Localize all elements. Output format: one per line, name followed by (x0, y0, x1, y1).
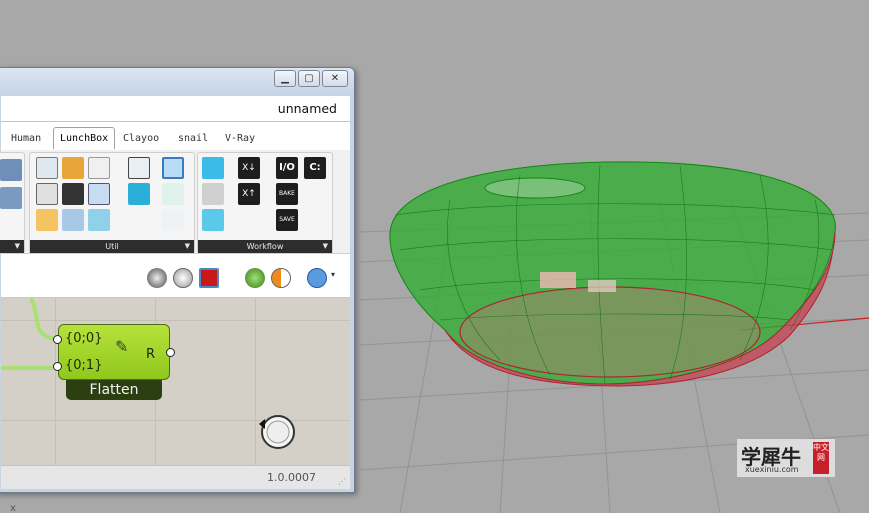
tab-clayoo[interactable]: Clayoo (123, 133, 159, 144)
surface-stack-icon[interactable] (36, 209, 58, 231)
c-drive-button[interactable]: C: (304, 157, 326, 179)
layer-export-icon[interactable] (202, 209, 224, 231)
canvas-toolbar: ▾ (1, 254, 350, 298)
document-bar: unnamed (1, 96, 350, 122)
panel-workflow: X↓ X↑ I/O C: BAKE SAVE Workflow ▼ (197, 152, 333, 254)
grasshopper-window[interactable]: ▁ ▢ ✕ unnamed Human LunchBox Clayoo snai… (0, 67, 355, 493)
axis-label: x (10, 503, 16, 513)
layers-icon[interactable] (202, 157, 224, 179)
wire-1 (29, 298, 54, 341)
gear-shape-icon[interactable] (88, 157, 110, 179)
maximize-button[interactable]: ▢ (298, 70, 320, 87)
tab-human[interactable]: Human (11, 133, 41, 144)
flatten-icon: ✎ (115, 337, 129, 356)
close-button[interactable]: ✕ (322, 70, 348, 87)
excel-out-icon[interactable]: X↑ (238, 183, 260, 205)
component-name: Flatten (66, 380, 162, 400)
save-button[interactable]: SAVE (276, 209, 298, 231)
tab-vray[interactable]: V-Ray (225, 133, 255, 144)
triangle-grid-icon[interactable] (128, 183, 150, 205)
hexagon-icon[interactable] (307, 268, 327, 288)
excel-in-icon[interactable]: X↓ (238, 157, 260, 179)
grasshopper-canvas[interactable] (1, 298, 350, 465)
io-button[interactable]: I/O (276, 157, 298, 179)
ribbon: ▼ Util ▼ X↓ X↑ I/O C: BAKE SAVE Workflow… (0, 150, 350, 254)
input-grip-2[interactable] (53, 362, 62, 371)
display-green-icon[interactable] (245, 268, 265, 288)
display-half-icon[interactable] (271, 268, 291, 288)
watermark-stamp: 中文网 (813, 442, 829, 474)
preview-wire-icon[interactable] (173, 268, 193, 288)
diamond-icon[interactable] (88, 209, 110, 231)
flatten-component[interactable]: {0;0} {0;1} ✎ R Flatten (53, 324, 175, 406)
component-body[interactable]: {0;0} {0;1} ✎ R (58, 324, 170, 380)
checker-icon[interactable] (62, 183, 84, 205)
resize-grip[interactable]: ⋰ (338, 477, 346, 486)
chevron-down-icon[interactable]: ▾ (331, 270, 335, 279)
preview-shaded-icon[interactable] (147, 268, 167, 288)
panel-util: Util ▼ (29, 152, 195, 254)
input-param-2[interactable]: {0;1} (65, 358, 102, 373)
output-param[interactable]: R (146, 347, 155, 362)
watermark: 学犀牛 xuexiniu.com 中文网 (737, 439, 835, 477)
bake-button[interactable]: BAKE (276, 183, 298, 205)
wave-curve-icon[interactable] (162, 183, 184, 205)
tab-snail[interactable]: snail (178, 133, 208, 144)
version-label: 1.0.0007 (267, 471, 316, 484)
polyhedron-icon[interactable] (62, 157, 84, 179)
minimize-button[interactable]: ▁ (274, 70, 296, 87)
input-grip-1[interactable] (53, 335, 62, 344)
prism-icon[interactable] (62, 209, 84, 231)
wire-layer (1, 298, 295, 449)
network-icon[interactable] (36, 183, 58, 205)
curve-icon[interactable] (36, 157, 58, 179)
output-grip[interactable] (166, 348, 175, 357)
input-param-1[interactable]: {0;0} (65, 331, 102, 346)
nurbs-bowl[interactable] (389, 161, 836, 387)
watermark-url: xuexiniu.com (745, 465, 799, 474)
cube-selected-icon[interactable] (162, 157, 184, 179)
status-bar: 1.0.0007 ⋰ (1, 465, 350, 489)
panel-left: ▼ (0, 152, 25, 254)
document-title: unnamed (277, 101, 337, 116)
layer-stack-icon[interactable] (202, 183, 224, 205)
tab-lunchbox[interactable]: LunchBox (53, 127, 116, 149)
component-tabs: Human LunchBox Clayoo snail V-Ray (1, 122, 350, 150)
grid-box-2-icon[interactable] (0, 187, 22, 209)
plane-icon[interactable] (88, 183, 110, 205)
preview-selected-icon[interactable] (199, 268, 219, 288)
title-bar[interactable]: ▁ ▢ ✕ (0, 68, 354, 96)
scatter-x-icon[interactable] (162, 209, 184, 231)
diagonal-grid-icon[interactable] (128, 157, 150, 179)
grid-box-icon[interactable] (0, 159, 22, 181)
